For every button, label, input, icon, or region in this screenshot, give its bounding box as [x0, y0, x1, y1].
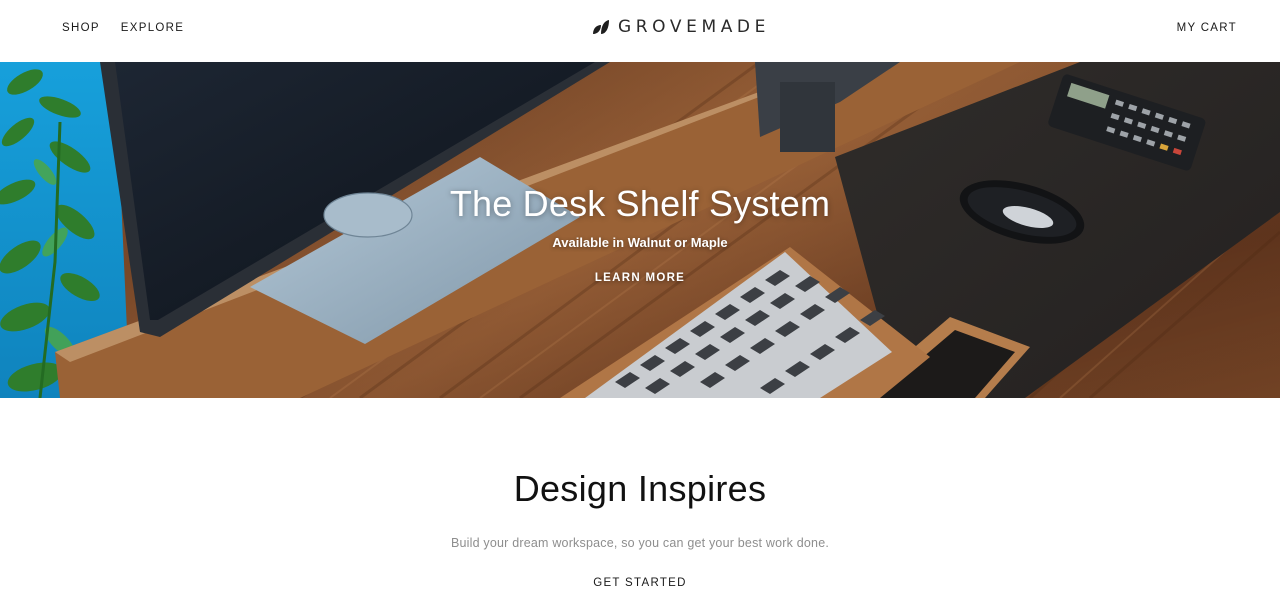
nav-explore-link[interactable]: EXPLORE [121, 22, 184, 34]
hero-title: The Desk Shelf System [449, 183, 831, 224]
get-started-link[interactable]: GET STARTED [560, 577, 720, 589]
leaf-logo-icon [593, 20, 609, 34]
section-description: Build your dream workspace, so you can g… [450, 536, 830, 550]
hero-banner: The Desk Shelf System Available in Walnu… [0, 62, 1280, 398]
my-cart-link[interactable]: MY CART [1177, 22, 1237, 34]
hero-overlay: The Desk Shelf System Available in Walnu… [0, 62, 1280, 398]
hero-subtitle: Available in Walnut or Maple [552, 235, 728, 250]
grovemade-logo[interactable]: GROVEMADE [592, 17, 770, 37]
primary-nav: SHOP EXPLORE [62, 22, 184, 34]
section-title: Design Inspires [513, 468, 767, 509]
logo-wordmark: GROVEMADE [618, 17, 770, 37]
site-header: SHOP EXPLORE GROVEMADE MY CART [0, 0, 1280, 62]
nav-shop-link[interactable]: SHOP [62, 22, 100, 34]
learn-more-link[interactable]: LEARN MORE [560, 272, 720, 284]
intro-section: Design Inspires Build your dream workspa… [0, 398, 1280, 603]
